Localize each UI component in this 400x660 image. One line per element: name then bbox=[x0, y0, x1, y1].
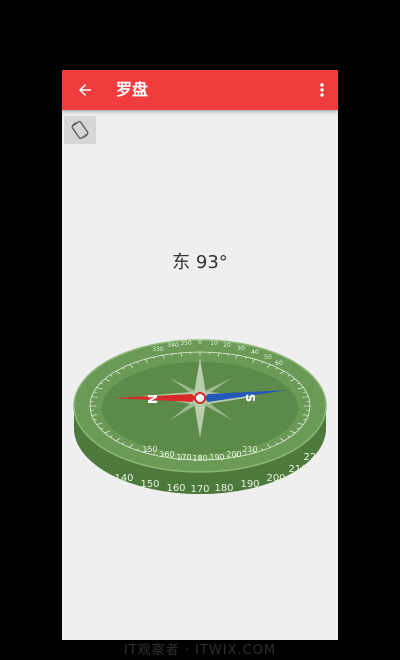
arrow-left-icon bbox=[79, 84, 91, 96]
degree-label: 20 bbox=[223, 342, 231, 349]
degree-label: 50 bbox=[264, 354, 272, 361]
degree-label: 190 bbox=[240, 479, 259, 490]
degree-label: 350 bbox=[180, 340, 192, 347]
degree-label: 220 bbox=[303, 452, 322, 463]
degree-label: 180 bbox=[214, 483, 233, 494]
degree-label: 200 bbox=[266, 473, 285, 484]
screen-rotation-button[interactable] bbox=[64, 116, 96, 144]
degree-label: 30 bbox=[237, 345, 245, 352]
degree-label: 150 bbox=[142, 445, 157, 454]
degree-label: 140 bbox=[114, 473, 133, 484]
needle-north-letter: N bbox=[145, 394, 159, 404]
degree-label: 340 bbox=[167, 342, 179, 349]
degree-label: 170 bbox=[190, 484, 209, 495]
needle-pivot bbox=[194, 392, 206, 404]
degree-label: 190 bbox=[209, 453, 224, 462]
degree-label: 200 bbox=[226, 450, 241, 459]
watermark-text: IT观察者 · ITWIX.COM bbox=[123, 643, 277, 658]
page-title: 罗盘 bbox=[116, 80, 149, 99]
degree-label: 60 bbox=[275, 360, 283, 367]
more-vertical-icon bbox=[320, 83, 324, 97]
screen-rotation-icon bbox=[71, 120, 89, 140]
more-options-button[interactable] bbox=[312, 75, 332, 105]
heading-readout: 东 93° bbox=[172, 252, 228, 273]
app-bar: 罗盘 bbox=[62, 70, 338, 110]
needle-south-letter: S bbox=[243, 394, 257, 403]
degree-label: 210 bbox=[242, 445, 257, 454]
degree-label: 160 bbox=[159, 450, 174, 459]
degree-label: 330 bbox=[152, 346, 164, 353]
phone-screen: 罗盘 东 93° 330 340 350 0 10 20 30 40 50 60… bbox=[62, 70, 338, 640]
degree-label: 150 bbox=[140, 479, 159, 490]
degree-label: 160 bbox=[166, 483, 185, 494]
degree-label: 10 bbox=[210, 340, 218, 347]
degree-label: 170 bbox=[176, 453, 191, 462]
back-button[interactable] bbox=[70, 75, 100, 105]
degree-label: 40 bbox=[251, 349, 259, 356]
degree-label: 0 bbox=[198, 339, 202, 346]
degree-label: 180 bbox=[192, 454, 207, 463]
compass-dial[interactable]: 330 340 350 0 10 20 30 40 50 60 150 160 … bbox=[72, 326, 328, 506]
degree-label: 210 bbox=[288, 464, 307, 475]
